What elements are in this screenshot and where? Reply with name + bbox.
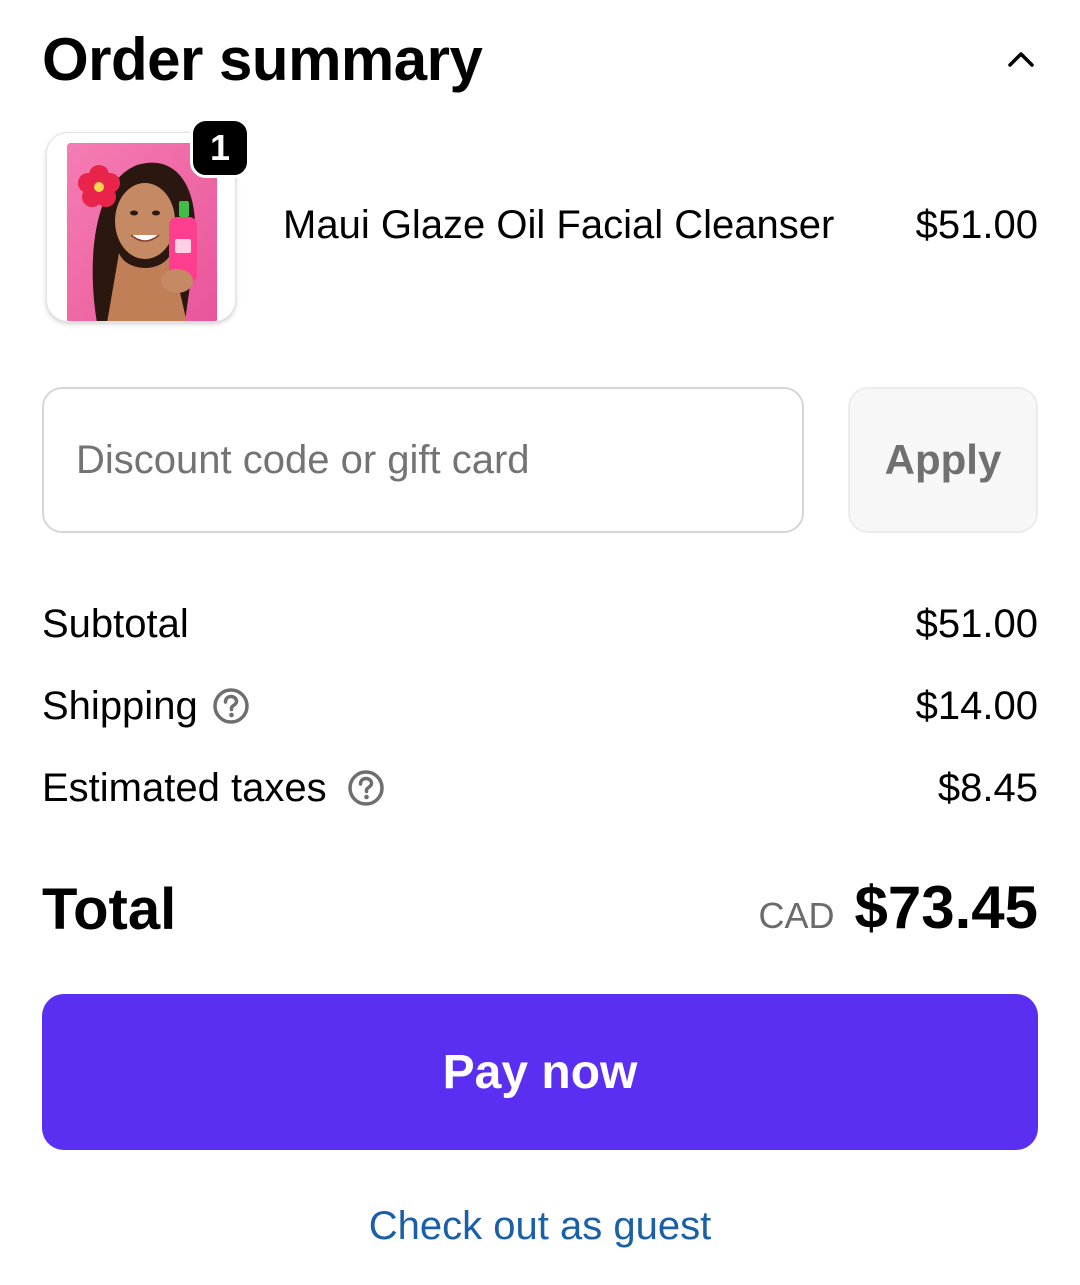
subtotal-row: Subtotal $51.00	[42, 596, 1038, 678]
chevron-up-icon	[1008, 52, 1034, 67]
shipping-row: Shipping $14.00	[42, 678, 1038, 760]
subtotal-label-text: Subtotal	[42, 602, 189, 646]
cost-breakdown: Subtotal $51.00 Shipping $14.00 Estimate…	[42, 596, 1038, 842]
order-summary-panel: Order summary 1 Maui Glaze Oil Facial Cl…	[0, 0, 1080, 1285]
shipping-label-text: Shipping	[42, 684, 198, 728]
currency-code: CAD	[758, 895, 835, 936]
discount-form: Apply	[42, 387, 1038, 533]
shipping-value: $14.00	[915, 684, 1038, 728]
subtotal-label: Subtotal	[42, 596, 189, 652]
total-value: $73.45	[854, 874, 1038, 941]
apply-button[interactable]: Apply	[848, 387, 1038, 533]
taxes-row: Estimated taxes $8.45	[42, 760, 1038, 842]
taxes-label-text: Estimated taxes	[42, 766, 327, 810]
guest-checkout-link[interactable]: Check out as guest	[0, 1200, 1080, 1252]
taxes-help-icon[interactable]	[347, 769, 385, 807]
quantity-badge: 1	[190, 118, 250, 178]
total-label: Total	[42, 877, 177, 942]
taxes-value: $8.45	[937, 766, 1038, 810]
collapse-toggle-button[interactable]	[1004, 42, 1038, 76]
total-row: Total CAD $73.45	[42, 872, 1038, 952]
total-amount: CAD $73.45	[758, 872, 1038, 944]
product-name: Maui Glaze Oil Facial Cleanser	[283, 203, 835, 247]
pay-now-button[interactable]: Pay now	[42, 994, 1038, 1150]
discount-code-input[interactable]	[42, 387, 804, 533]
subtotal-value: $51.00	[915, 602, 1038, 646]
taxes-label: Estimated taxes	[42, 760, 385, 816]
shipping-label: Shipping	[42, 678, 250, 734]
line-item: 1 Maui Glaze Oil Facial Cleanser $51.00	[42, 118, 1038, 328]
shipping-help-icon[interactable]	[212, 687, 250, 725]
product-price: $51.00	[915, 203, 1038, 247]
page-title: Order summary	[42, 26, 483, 93]
order-summary-header: Order summary	[42, 20, 1038, 100]
